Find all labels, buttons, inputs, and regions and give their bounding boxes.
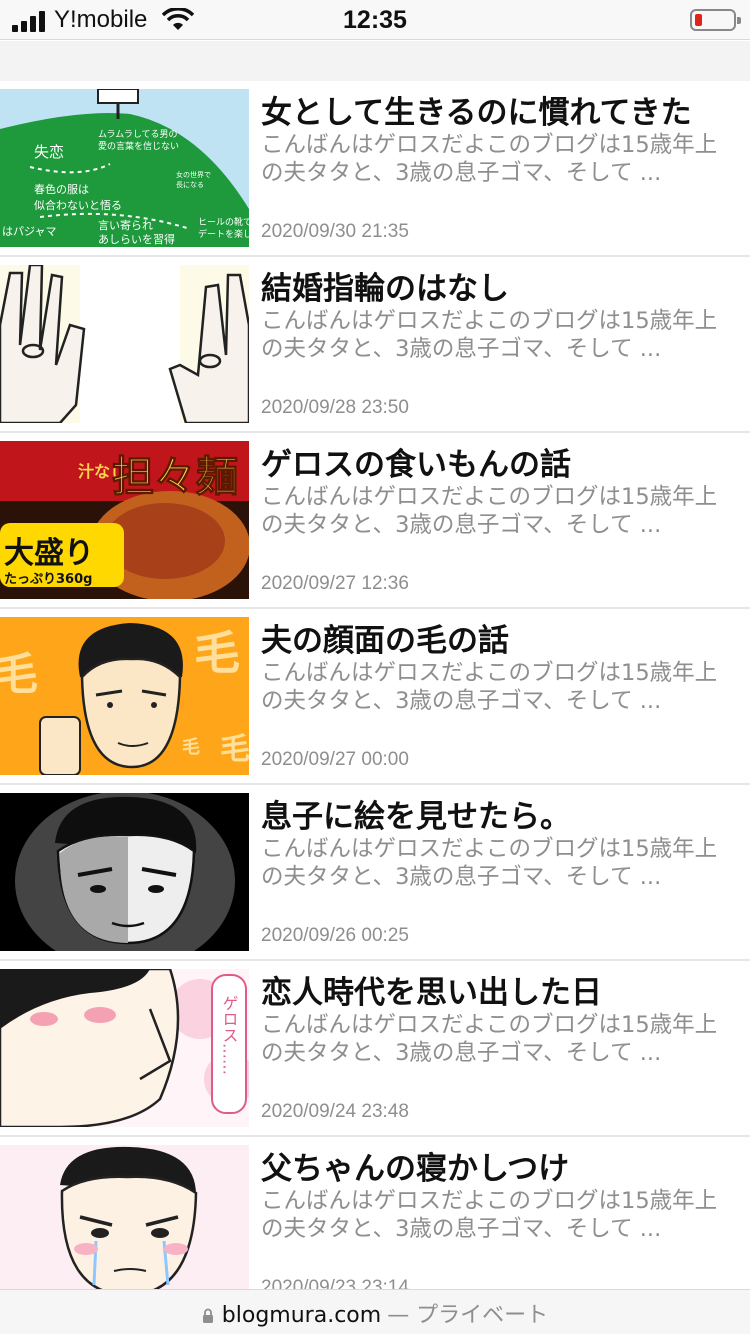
thumb-caption: はパジャマ bbox=[2, 225, 56, 238]
thumb-caption: 春色の服は bbox=[34, 182, 89, 196]
thumb-caption: 女の世界で bbox=[176, 170, 211, 179]
article-item[interactable]: 結婚指輪のはなし こんばんはゲロスだよこのブログは15歳年上の夫タタと、3歳の息… bbox=[0, 257, 750, 433]
article-date: 2020/09/28 23:50 bbox=[261, 397, 409, 418]
status-bar: Y!mobile 12:35 bbox=[0, 0, 750, 40]
article-item[interactable]: 汁なし 担々麺 大盛り たっぷり360g ゲロスの食いもんの話 こんばんはゲロス… bbox=[0, 433, 750, 609]
thumb-caption: ヒールの靴で bbox=[198, 216, 249, 228]
article-excerpt: こんばんはゲロスだよこのブログは15歳年上の夫タタと、3歳の息子ゴマ、そして .… bbox=[261, 308, 718, 362]
thumb-caption: 長になる bbox=[176, 181, 204, 189]
thumb-caption: 失恋 bbox=[34, 143, 64, 161]
article-thumbnail[interactable]: ゲロス…… bbox=[0, 969, 249, 1127]
thumb-caption: 似合わないと悟る bbox=[34, 198, 122, 212]
thumb-caption: あしらいを習得 bbox=[98, 233, 175, 246]
thumb-caption: 毛 bbox=[220, 732, 249, 767]
article-title[interactable]: 夫の顔面の毛の話 bbox=[261, 615, 741, 657]
article-title[interactable]: 結婚指輪のはなし bbox=[261, 263, 741, 305]
thumb-caption: たっぷり360g bbox=[4, 572, 92, 587]
article-date: 2020/09/26 00:25 bbox=[261, 925, 409, 946]
article-item[interactable]: 毛 毛 毛 毛 夫の顔面の毛の話 こんばんはゲロスだよこのブログは15歳年上の夫… bbox=[0, 609, 750, 785]
article-excerpt: こんばんはゲロスだよこのブログは15歳年上の夫タタと、3歳の息子ゴマ、そして .… bbox=[261, 484, 718, 538]
lock-icon bbox=[202, 1308, 213, 1323]
article-item[interactable]: 父ちゃんの寝かしつけ こんばんはゲロスだよこのブログは15歳年上の夫タタと、3歳… bbox=[0, 1137, 750, 1313]
article-item[interactable]: ゲロス…… 恋人時代を思い出した日 こんばんはゲロスだよこのブログは15歳年上の… bbox=[0, 961, 750, 1137]
private-browsing-label: — プライベート bbox=[387, 1303, 549, 1328]
url-display[interactable]: blogmura.com — プライベート bbox=[202, 1297, 548, 1329]
article-excerpt: こんばんはゲロスだよこのブログは15歳年上の夫タタと、3歳の息子ゴマ、そして .… bbox=[261, 1012, 718, 1066]
list-header-spacer bbox=[0, 41, 750, 81]
article-excerpt: こんばんはゲロスだよこのブログは15歳年上の夫タタと、3歳の息子ゴマ、そして .… bbox=[261, 1188, 718, 1242]
article-date: 2020/09/27 12:36 bbox=[261, 573, 409, 594]
thumb-caption: 愛の言葉を信じない bbox=[98, 140, 179, 152]
status-time: 12:35 bbox=[343, 6, 407, 34]
url-domain: blogmura.com bbox=[221, 1303, 382, 1328]
article-excerpt: こんばんはゲロスだよこのブログは15歳年上の夫タタと、3歳の息子ゴマ、そして .… bbox=[261, 660, 718, 714]
article-excerpt: こんばんはゲロスだよこのブログは15歳年上の夫タタと、3歳の息子ゴマ、そして .… bbox=[261, 132, 718, 186]
thumb-caption: 担々麺 bbox=[112, 452, 238, 501]
article-thumbnail[interactable] bbox=[0, 1145, 249, 1303]
article-item[interactable]: 失恋 ムラムラしてる男の 愛の言葉を信じない 春色の服は 似合わないと悟る 言い… bbox=[0, 81, 750, 257]
article-title[interactable]: ゲロスの食いもんの話 bbox=[261, 439, 741, 481]
article-list: 失恋 ムラムラしてる男の 愛の言葉を信じない 春色の服は 似合わないと悟る 言い… bbox=[0, 81, 750, 1313]
safari-url-bar[interactable]: blogmura.com — プライベート bbox=[0, 1289, 750, 1334]
thumb-caption: 毛 bbox=[194, 626, 240, 680]
article-title[interactable]: 女として生きるのに慣れてきた bbox=[261, 87, 741, 129]
thumb-caption: 毛 bbox=[182, 736, 200, 758]
thumb-caption: ムラムラしてる男の bbox=[98, 129, 178, 140]
thumb-caption: デートを楽しむ bbox=[198, 228, 249, 240]
article-thumbnail[interactable] bbox=[0, 793, 249, 951]
thumb-caption: 言い寄られ bbox=[98, 218, 153, 232]
article-date: 2020/09/27 00:00 bbox=[261, 749, 409, 770]
article-thumbnail[interactable]: 毛 毛 毛 毛 bbox=[0, 617, 249, 775]
article-thumbnail[interactable]: 汁なし 担々麺 大盛り たっぷり360g bbox=[0, 441, 249, 599]
article-date: 2020/09/24 23:48 bbox=[261, 1101, 409, 1122]
article-thumbnail[interactable]: 失恋 ムラムラしてる男の 愛の言葉を信じない 春色の服は 似合わないと悟る 言い… bbox=[0, 89, 249, 247]
article-title[interactable]: 息子に絵を見せたら。 bbox=[261, 791, 741, 833]
article-title[interactable]: 父ちゃんの寝かしつけ bbox=[261, 1143, 741, 1185]
article-thumbnail[interactable] bbox=[0, 265, 249, 423]
article-title[interactable]: 恋人時代を思い出した日 bbox=[261, 967, 741, 1009]
article-date: 2020/09/30 21:35 bbox=[261, 221, 409, 242]
article-item[interactable]: 息子に絵を見せたら。 こんばんはゲロスだよこのブログは15歳年上の夫タタと、3歳… bbox=[0, 785, 750, 961]
thumb-caption: 毛 bbox=[0, 649, 38, 700]
thumb-caption: 大盛り bbox=[4, 536, 94, 571]
article-excerpt: こんばんはゲロスだよこのブログは15歳年上の夫タタと、3歳の息子ゴマ、そして .… bbox=[261, 836, 718, 890]
battery-icon bbox=[690, 9, 741, 31]
thumb-caption: ゲロス…… bbox=[220, 995, 239, 1075]
